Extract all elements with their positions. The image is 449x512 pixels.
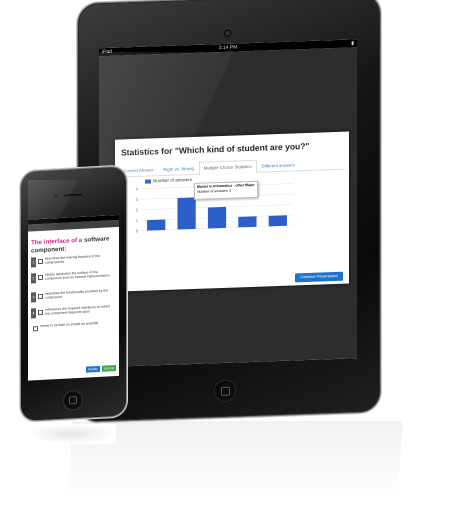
- option-number: 2: [31, 273, 36, 284]
- answer-options: 1 describes the internal features of the…: [31, 253, 119, 340]
- modify-button[interactable]: Modify: [86, 365, 100, 373]
- option-checkbox[interactable]: [38, 258, 43, 265]
- tab-different-answers[interactable]: Different answers: [257, 158, 300, 172]
- option-checkbox[interactable]: [38, 293, 43, 300]
- ipad-screen: iPad 3:14 PM ▮ Statistics for "Which kin…: [99, 39, 357, 368]
- statistics-panel: Statistics for "Which kind of student ar…: [115, 131, 349, 292]
- continue-presentation-button[interactable]: Continue Presentation: [295, 271, 343, 283]
- option-checkbox[interactable]: [38, 274, 43, 281]
- option-text: describes the internal features of the c…: [45, 253, 100, 265]
- answers-chart: Number of answers 43210 Master in Inform…: [123, 172, 343, 240]
- submit-button[interactable]: Submit: [102, 365, 116, 372]
- camera-icon: [225, 30, 230, 36]
- option-checkbox[interactable]: [33, 326, 38, 332]
- front-camera-icon: [54, 194, 58, 199]
- legend-swatch: [145, 179, 151, 184]
- home-button[interactable]: [215, 380, 235, 402]
- question-part3: :: [64, 245, 67, 253]
- option-number: 4: [31, 308, 36, 319]
- option-checkbox[interactable]: [38, 309, 43, 316]
- iphone-home-button[interactable]: [64, 390, 82, 410]
- y-tick-label: 2: [136, 207, 139, 212]
- tab-right-vs-wrong[interactable]: Right vs. Wrong: [158, 162, 199, 175]
- speaker-grille: [64, 193, 82, 198]
- answer-option[interactable]: 2 clearly separates the surface of the c…: [31, 269, 119, 289]
- chart-bar[interactable]: [268, 215, 287, 227]
- tab-multiple-choice-statistics[interactable]: Multiple Choice Statistics: [198, 159, 257, 175]
- y-tick-label: 4: [136, 186, 139, 191]
- chart-bar[interactable]: [147, 219, 166, 231]
- y-tick-label: 1: [136, 218, 139, 223]
- tab-correct-answer[interactable]: Correct Answer: [119, 163, 158, 176]
- option-text: describes the functionality provided by …: [45, 288, 109, 300]
- action-buttons: Modify Submit: [86, 365, 116, 373]
- iphone-device: The interface of a software component: 1…: [21, 166, 126, 421]
- chart-bar[interactable]: [207, 206, 227, 229]
- iphone-screen: The interface of a software component: 1…: [28, 214, 119, 381]
- y-tick-label: 3: [136, 197, 139, 202]
- option-number: 3: [31, 292, 36, 303]
- option-number: 1: [31, 257, 36, 268]
- battery-icon: ▮: [351, 40, 354, 47]
- question-title: The interface of a software component:: [31, 235, 117, 255]
- iphone-shadow: [26, 424, 116, 444]
- answer-option[interactable]: needs to be kept as simple as possible: [31, 320, 119, 340]
- chart-bar[interactable]: [177, 197, 196, 230]
- chart-bar[interactable]: [238, 216, 257, 228]
- ipad-shadow: [67, 421, 403, 501]
- chart-tooltip: Master in Informatics - other Major Numb…: [194, 180, 258, 200]
- y-tick-label: 0: [136, 228, 139, 233]
- statistics-title: Statistics for "Which kind of student ar…: [121, 140, 310, 158]
